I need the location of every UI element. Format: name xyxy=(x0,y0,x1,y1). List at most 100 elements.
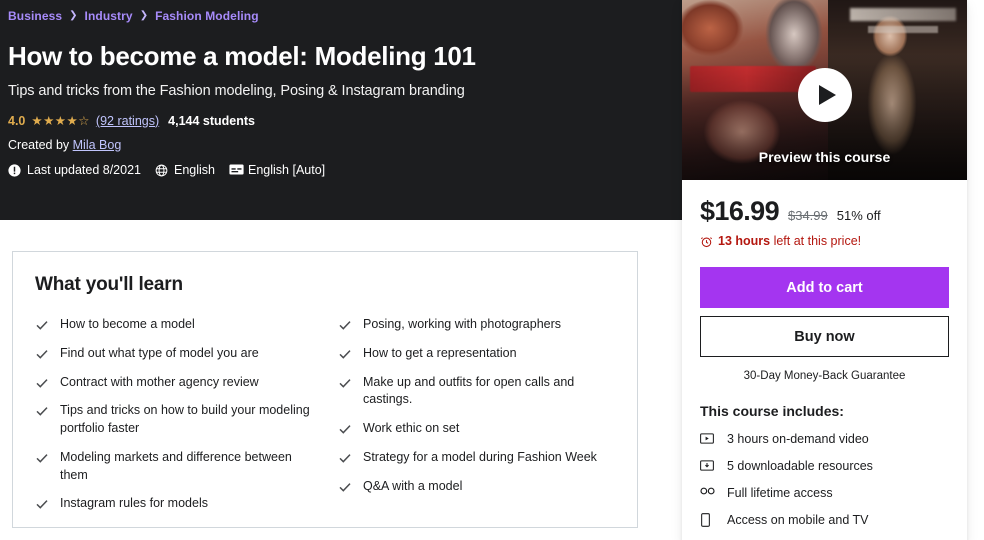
discount-percent: 51% off xyxy=(836,208,881,223)
learn-item-text: Instagram rules for models xyxy=(60,496,208,511)
sidebar-body: $16.99 $34.99 51% off 13 hours left at t… xyxy=(682,180,967,540)
learn-item-text: Find out what type of model you are xyxy=(60,345,259,360)
mobile-device-icon xyxy=(700,513,714,527)
check-icon xyxy=(35,404,49,418)
deal-time-left: 13 hours xyxy=(718,234,771,248)
rating-score: 4.0 xyxy=(8,113,26,128)
list-item: How to become a model xyxy=(35,316,312,334)
includes-title: This course includes: xyxy=(700,403,844,419)
include-item-lifetime: Full lifetime access xyxy=(700,486,949,500)
check-icon xyxy=(35,347,49,361)
purchase-sidebar: Preview this course $16.99 $34.99 51% of… xyxy=(682,0,967,540)
infinity-icon xyxy=(700,486,715,500)
deal-text: 13 hours left at this price! xyxy=(718,234,861,248)
globe-icon xyxy=(155,164,168,177)
breadcrumb-separator-icon: ❯ xyxy=(69,10,78,21)
include-item-label: Access on mobile and TV xyxy=(727,513,869,527)
created-by-label: Created by xyxy=(8,138,70,152)
instructor-link[interactable]: Mila Bog xyxy=(73,138,122,152)
page-title: How to become a model: Modeling 101 xyxy=(8,41,476,71)
learn-item-text: How to get a representation xyxy=(363,345,517,360)
info-circle-icon xyxy=(8,163,21,177)
meta-last-updated-label: Last updated 8/2021 xyxy=(27,163,141,177)
breadcrumb: Business ❯ Industry ❯ Fashion Modeling xyxy=(8,8,680,24)
play-triangle xyxy=(818,85,836,105)
check-icon xyxy=(35,376,49,390)
check-icon xyxy=(338,318,352,332)
deal-suffix: left at this price! xyxy=(770,234,862,248)
download-box-icon xyxy=(700,459,714,473)
list-item: Strategy for a model during Fashion Week xyxy=(338,449,615,467)
include-item-mobile-tv: Access on mobile and TV xyxy=(700,513,949,527)
check-icon xyxy=(338,480,352,494)
learn-column-left: How to become a model Find out what type… xyxy=(35,316,312,524)
list-item: Work ethic on set xyxy=(338,420,615,438)
learn-column-right: Posing, working with photographers How t… xyxy=(338,316,615,524)
list-item: Posing, working with photographers xyxy=(338,316,615,334)
include-item-video: 3 hours on-demand video xyxy=(700,432,949,446)
alarm-clock-icon xyxy=(700,235,713,248)
buy-now-button[interactable]: Buy now xyxy=(700,316,949,357)
learn-item-text: Tips and tricks on how to build your mod… xyxy=(60,403,310,435)
list-item: Contract with mother agency review xyxy=(35,374,312,392)
breadcrumb-item-industry[interactable]: Industry xyxy=(85,9,133,23)
check-icon xyxy=(35,318,49,332)
current-price: $16.99 xyxy=(700,196,780,226)
check-icon xyxy=(338,422,352,436)
list-item: Q&A with a model xyxy=(338,478,615,496)
play-icon[interactable] xyxy=(797,68,852,122)
course-preview-video[interactable]: Preview this course xyxy=(682,0,967,180)
created-by-row: Created by Mila Bog xyxy=(8,138,680,152)
learn-item-text: Modeling markets and difference between … xyxy=(60,449,292,482)
learn-item-text: Strategy for a model during Fashion Week xyxy=(363,449,597,464)
video-play-box-icon xyxy=(700,432,714,446)
list-item: How to get a representation xyxy=(338,345,615,363)
meta-captions: English [Auto] xyxy=(229,163,325,177)
list-item: Tips and tricks on how to build your mod… xyxy=(35,402,312,438)
learn-item-text: Work ethic on set xyxy=(363,421,460,435)
include-item-label: Full lifetime access xyxy=(727,486,833,500)
price-row: $16.99 $34.99 51% off xyxy=(700,196,949,227)
add-to-cart-button[interactable]: Add to cart xyxy=(700,267,949,308)
preview-label: Preview this course xyxy=(758,149,891,165)
check-icon xyxy=(338,376,352,390)
check-icon xyxy=(35,497,49,511)
list-item: Modeling markets and difference between … xyxy=(35,449,312,485)
meta-captions-label: English [Auto] xyxy=(248,163,326,177)
students-count: 4,144 students xyxy=(168,113,255,128)
learn-item-text: Contract with mother agency review xyxy=(60,374,259,389)
breadcrumb-item-fashion-modeling[interactable]: Fashion Modeling xyxy=(155,9,259,23)
what-you-will-learn-card: What you'll learn How to become a model … xyxy=(12,251,638,528)
list-item: Make up and outfits for open calls and c… xyxy=(338,374,615,410)
course-hero: Business ❯ Industry ❯ Fashion Modeling H… xyxy=(0,0,680,220)
course-subtitle: Tips and tricks from the Fashion modelin… xyxy=(8,83,465,99)
course-landing-page: Business ❯ Industry ❯ Fashion Modeling H… xyxy=(0,0,984,540)
learn-item-text: How to become a model xyxy=(60,317,195,331)
breadcrumb-item-business[interactable]: Business xyxy=(8,9,62,23)
star-rating-icon: ★★★★☆ xyxy=(31,114,90,128)
check-icon xyxy=(35,451,49,465)
learn-columns: How to become a model Find out what type… xyxy=(35,316,615,524)
ratings-count-link[interactable]: (92 ratings) xyxy=(96,114,159,128)
learn-item-text: Posing, working with photographers xyxy=(363,317,562,331)
meta-language-label: English xyxy=(174,163,215,177)
learn-item-text: Q&A with a model xyxy=(363,478,463,493)
money-back-guarantee: 30-Day Money-Back Guarantee xyxy=(743,370,906,382)
closed-caption-icon xyxy=(229,164,244,177)
learn-item-text: Make up and outfits for open calls and c… xyxy=(363,374,575,407)
original-price: $34.99 xyxy=(787,208,828,223)
check-icon xyxy=(338,451,352,465)
breadcrumb-separator-icon: ❯ xyxy=(139,10,149,21)
course-meta-row: Last updated 8/2021 English English [Aut… xyxy=(8,163,680,177)
list-item: Instagram rules for models xyxy=(35,495,312,513)
list-item: Find out what type of model you are xyxy=(35,345,312,363)
meta-language: English xyxy=(155,163,215,177)
include-item-label: 3 hours on-demand video xyxy=(727,432,869,446)
check-icon xyxy=(338,347,352,361)
include-item-label: 5 downloadable resources xyxy=(727,459,873,473)
rating-row: 4.0 ★★★★☆ (92 ratings) 4,144 students xyxy=(8,113,680,129)
learn-section-title: What you'll learn xyxy=(35,274,183,295)
include-item-resources: 5 downloadable resources xyxy=(700,459,949,473)
deal-countdown: 13 hours left at this price! xyxy=(700,234,949,248)
meta-last-updated: Last updated 8/2021 xyxy=(8,163,141,177)
